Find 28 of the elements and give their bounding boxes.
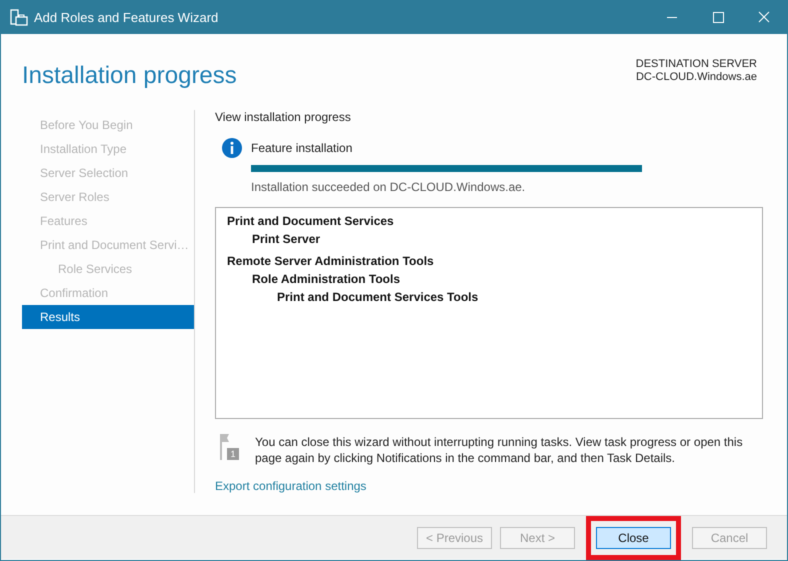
page-title: Installation progress	[22, 61, 237, 91]
destination-label: DESTINATION SERVER	[636, 58, 757, 71]
result-item: Role Administration Tools	[252, 271, 400, 288]
badge-number-label: 1	[229, 448, 236, 460]
result-item: Print Server	[252, 231, 320, 248]
wizard-step[interactable]: Features	[22, 209, 194, 233]
info-icon	[222, 138, 242, 158]
dialog-button[interactable]: Close	[596, 526, 671, 548]
window-title: Add Roles and Features Wizard	[34, 8, 218, 27]
destination-server: DC-CLOUD.Windows.ae	[636, 71, 757, 84]
result-item: Print and Document Services Tools	[277, 289, 478, 306]
section-title: View installation progress	[215, 109, 352, 126]
result-item: Print and Document Services	[227, 213, 394, 230]
result-item: Remote Server Administration Tools	[227, 253, 434, 270]
wizard-step[interactable]: Results	[22, 305, 194, 329]
wizard-step[interactable]: Role Services	[22, 257, 194, 281]
wizard-step[interactable]: Installation Type	[22, 137, 194, 161]
export-link[interactable]: Export configuration settings	[215, 477, 366, 495]
status-text: Installation succeeded on DC-CLOUD.Windows.ae.	[251, 179, 526, 196]
wizard-step[interactable]: Server Selection	[22, 161, 194, 185]
wizard-step[interactable]: Confirmation	[22, 281, 194, 305]
wizard-step[interactable]: Print and Document Servi…	[22, 233, 194, 257]
wizard-step[interactable]: Before You Begin	[22, 113, 194, 137]
flag-icon	[219, 434, 239, 460]
wizard-step[interactable]: Server Roles	[22, 185, 194, 209]
server-toolbox-icon	[10, 8, 28, 26]
note-text: You can close this wizard without interrupting running tasks. View task progress or open this page again by clicking Notifications in the command bar, and then Task Details.	[255, 434, 744, 466]
progress-label: Feature installation	[251, 140, 352, 157]
